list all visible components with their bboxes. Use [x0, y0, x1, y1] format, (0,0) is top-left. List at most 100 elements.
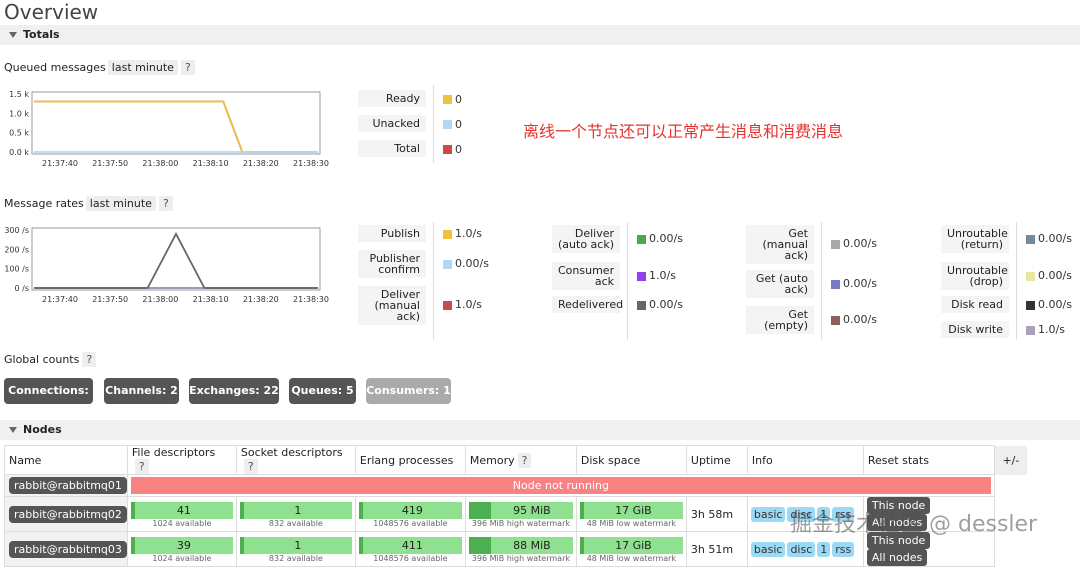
memory-cell: 95 MiB 396 MiB high watermark [464, 496, 577, 532]
reset-all-nodes-button[interactable]: All nodes [866, 549, 928, 566]
x-tick-label: 21:38:10 [193, 295, 229, 304]
x-tick-label: 21:38:10 [193, 159, 229, 168]
totals-section-bar[interactable] [0, 25, 1080, 45]
y-tick-label: 0.0 k [9, 148, 29, 157]
rates-range-select[interactable]: last minute [85, 196, 156, 211]
rate-deliver-auto-ack-value: 0.00/s [649, 232, 683, 245]
col-socket-descriptors[interactable]: Socket descriptors? [235, 445, 356, 475]
collapse-triangle-icon [9, 32, 17, 38]
rate-publisher-confirm-swatch [443, 260, 452, 269]
x-tick-label: 21:38:00 [142, 159, 178, 168]
col-uptime[interactable]: Uptime [685, 445, 748, 475]
rates-legend-divider [821, 222, 822, 340]
info-basic-tag[interactable]: basic [750, 541, 786, 557]
x-tick-label: 21:38:20 [243, 159, 279, 168]
legend-total-label: Total [358, 140, 426, 157]
rate-publisher-confirm-value: 0.00/s [455, 257, 489, 270]
queued-range-select[interactable]: last minute [107, 60, 178, 75]
disk-cell: 17 GiB 48 MiB low watermark [575, 531, 687, 567]
x-tick-label: 21:37:40 [42, 159, 78, 168]
y-tick-label: 1.0 k [9, 109, 29, 118]
rate-disk-write-value: 1.0/s [1038, 323, 1065, 336]
rate-unroutable-drop-swatch [1026, 272, 1035, 281]
x-tick-label: 21:38:30 [293, 295, 329, 304]
rate-get-empty-value: 0.00/s [843, 313, 877, 326]
col-name[interactable]: Name [4, 445, 128, 475]
help-icon[interactable]: ? [517, 452, 532, 468]
sd-cell: 1 832 available [235, 531, 356, 567]
node-name-link[interactable]: rabbit@rabbitmq02 [9, 505, 127, 523]
columns-toggle-button[interactable]: +/- [994, 445, 1028, 475]
col-disk-space[interactable]: Disk space [575, 445, 687, 475]
rate-get-empty-swatch [831, 316, 840, 325]
rate-unroutable-drop-label: Unroutable (drop) [941, 262, 1009, 290]
rate-disk-read-swatch [1026, 301, 1035, 310]
nodes-header-row: Name File descriptors? Socket descriptor… [4, 445, 1028, 475]
info-basic-tag[interactable]: basic [750, 506, 786, 522]
rate-redelivered-label: Redelivered [552, 296, 623, 313]
rate-get-manual-ack-label: Get (manual ack) [746, 225, 814, 264]
rate-deliver-manual-ack-value: 1.0/s [455, 298, 482, 311]
node-name-link[interactable]: rabbit@rabbitmq01 [9, 477, 127, 494]
legend-ready-swatch [443, 95, 452, 104]
legend-total-swatch [443, 145, 452, 154]
node-not-running-badge: Node not running [130, 477, 991, 494]
global-counts-help-icon[interactable]: ? [82, 352, 97, 367]
fd-cell: 39 1024 available [126, 531, 237, 567]
channels-button[interactable]: Channels: 2 [104, 378, 179, 404]
connections-button[interactable]: Connections: 2 [4, 378, 93, 423]
uptime-cell: 3h 51m [685, 531, 748, 567]
rate-redelivered-value: 0.00/s [649, 298, 683, 311]
y-tick-label: 1.5 k [9, 90, 29, 99]
y-tick-label: 0.5 k [9, 129, 29, 138]
y-tick-label: 200 /s [4, 245, 29, 254]
help-icon[interactable]: ? [243, 459, 258, 474]
nodes-section-header[interactable]: Nodes [9, 423, 62, 436]
y-tick-label: 100 /s [4, 265, 29, 274]
col-file-descriptors[interactable]: File descriptors? [126, 445, 237, 475]
rate-get-manual-ack-value: 0.00/s [843, 237, 877, 250]
legend-total-value: 0 [455, 143, 462, 156]
memory-cell: 88 MiB 396 MiB high watermark [464, 531, 577, 567]
uptime-cell: 3h 58m [685, 496, 748, 532]
queued-help-icon[interactable]: ? [180, 60, 195, 75]
col-erlang-processes[interactable]: Erlang processes [354, 445, 466, 475]
fd-cell: 41 1024 available [126, 496, 237, 532]
info-rss-tag[interactable]: rss [832, 541, 855, 557]
rate-unroutable-drop-value: 0.00/s [1038, 269, 1072, 282]
node-name-link[interactable]: rabbit@rabbitmq03 [9, 540, 127, 558]
table-row: rabbit@rabbitmq01 Node not running [4, 474, 1028, 497]
node-status-cell: Node not running [126, 474, 995, 497]
exchanges-button[interactable]: Exchanges: 22 [189, 378, 279, 404]
rate-unroutable-return-label: Unroutable (return) [941, 225, 1009, 253]
legend-divider [433, 85, 434, 163]
totals-section-header[interactable]: Totals [9, 28, 60, 41]
sd-cell: 1 832 available [235, 496, 356, 532]
info-count-tag[interactable]: 1 [817, 541, 831, 557]
info-disc-tag[interactable]: disc [787, 541, 816, 557]
legend-unacked-label: Unacked [358, 115, 426, 132]
node-name-cell: rabbit@rabbitmq01 [4, 474, 128, 497]
annotation-text: 离线一个节点还可以正常产生消息和消费消息 [523, 122, 844, 141]
rate-publish-swatch [443, 230, 452, 239]
consumers-button[interactable]: Consumers: 1 [366, 378, 451, 404]
nodes-section-bar[interactable] [0, 420, 1080, 440]
rate-deliver-manual-ack-label: Deliver (manual ack) [358, 286, 426, 325]
legend-ready-value: 0 [455, 93, 462, 106]
col-memory[interactable]: Memory? [464, 445, 577, 475]
rate-disk-write-swatch [1026, 326, 1035, 335]
queues-button[interactable]: Queues: 5 [289, 378, 356, 404]
rate-deliver-auto-ack-swatch [637, 235, 646, 244]
rates-help-icon[interactable]: ? [158, 196, 173, 211]
col-info[interactable]: Info [746, 445, 864, 475]
col-reset-stats[interactable]: Reset stats [862, 445, 995, 475]
x-tick-label: 21:38:00 [142, 295, 178, 304]
node-name-cell: rabbit@rabbitmq03 [4, 531, 128, 567]
rate-get-auto-ack-label: Get (auto ack) [746, 270, 814, 298]
rates-legend-divider [627, 222, 628, 340]
rate-consumer-ack-value: 1.0/s [649, 269, 676, 282]
rate-get-auto-ack-value: 0.00/s [843, 277, 877, 290]
help-icon[interactable]: ? [134, 459, 149, 474]
legend-ready-label: Ready [358, 90, 426, 107]
legend-unacked-swatch [443, 120, 452, 129]
